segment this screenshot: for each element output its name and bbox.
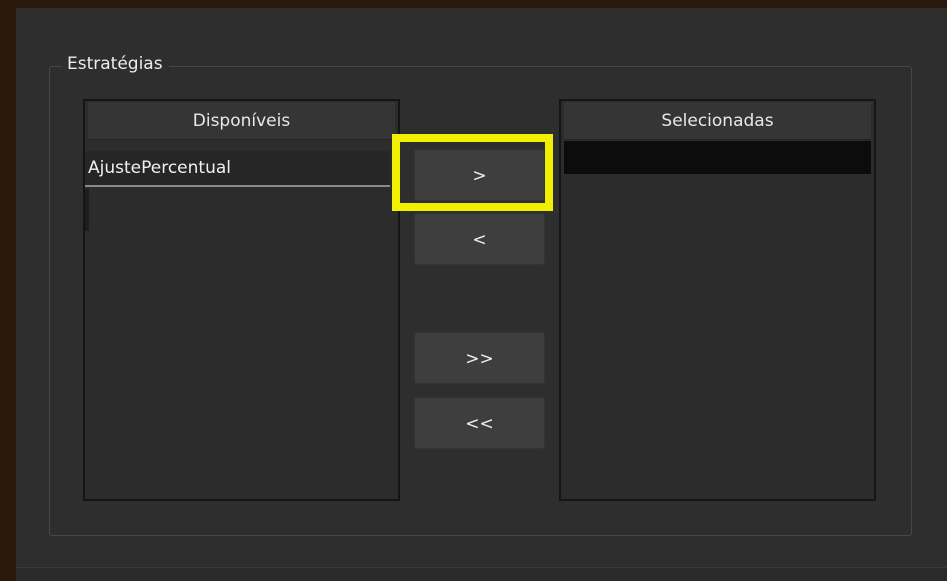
strategies-dialog: Estratégias Disponíveis AjustePercentual… [16, 8, 947, 581]
selected-strategies-list[interactable]: Selecionadas [559, 99, 876, 501]
move-all-right-button[interactable]: >> [414, 332, 545, 384]
move-one-right-button[interactable]: > [414, 149, 545, 201]
list-row-edge [85, 189, 89, 231]
selected-list-header: Selecionadas [564, 102, 871, 140]
list-item-ajuste-percentual[interactable]: AjustePercentual [85, 151, 390, 187]
move-one-left-button[interactable]: < [414, 213, 545, 265]
dialog-bottom-bar [16, 567, 947, 581]
move-all-left-button[interactable]: << [414, 397, 545, 449]
available-list-header: Disponíveis [88, 102, 395, 140]
groupbox-title: Estratégias [62, 52, 169, 76]
available-strategies-list[interactable]: Disponíveis AjustePercentual [83, 99, 400, 501]
selected-list-empty-row[interactable] [564, 141, 871, 174]
